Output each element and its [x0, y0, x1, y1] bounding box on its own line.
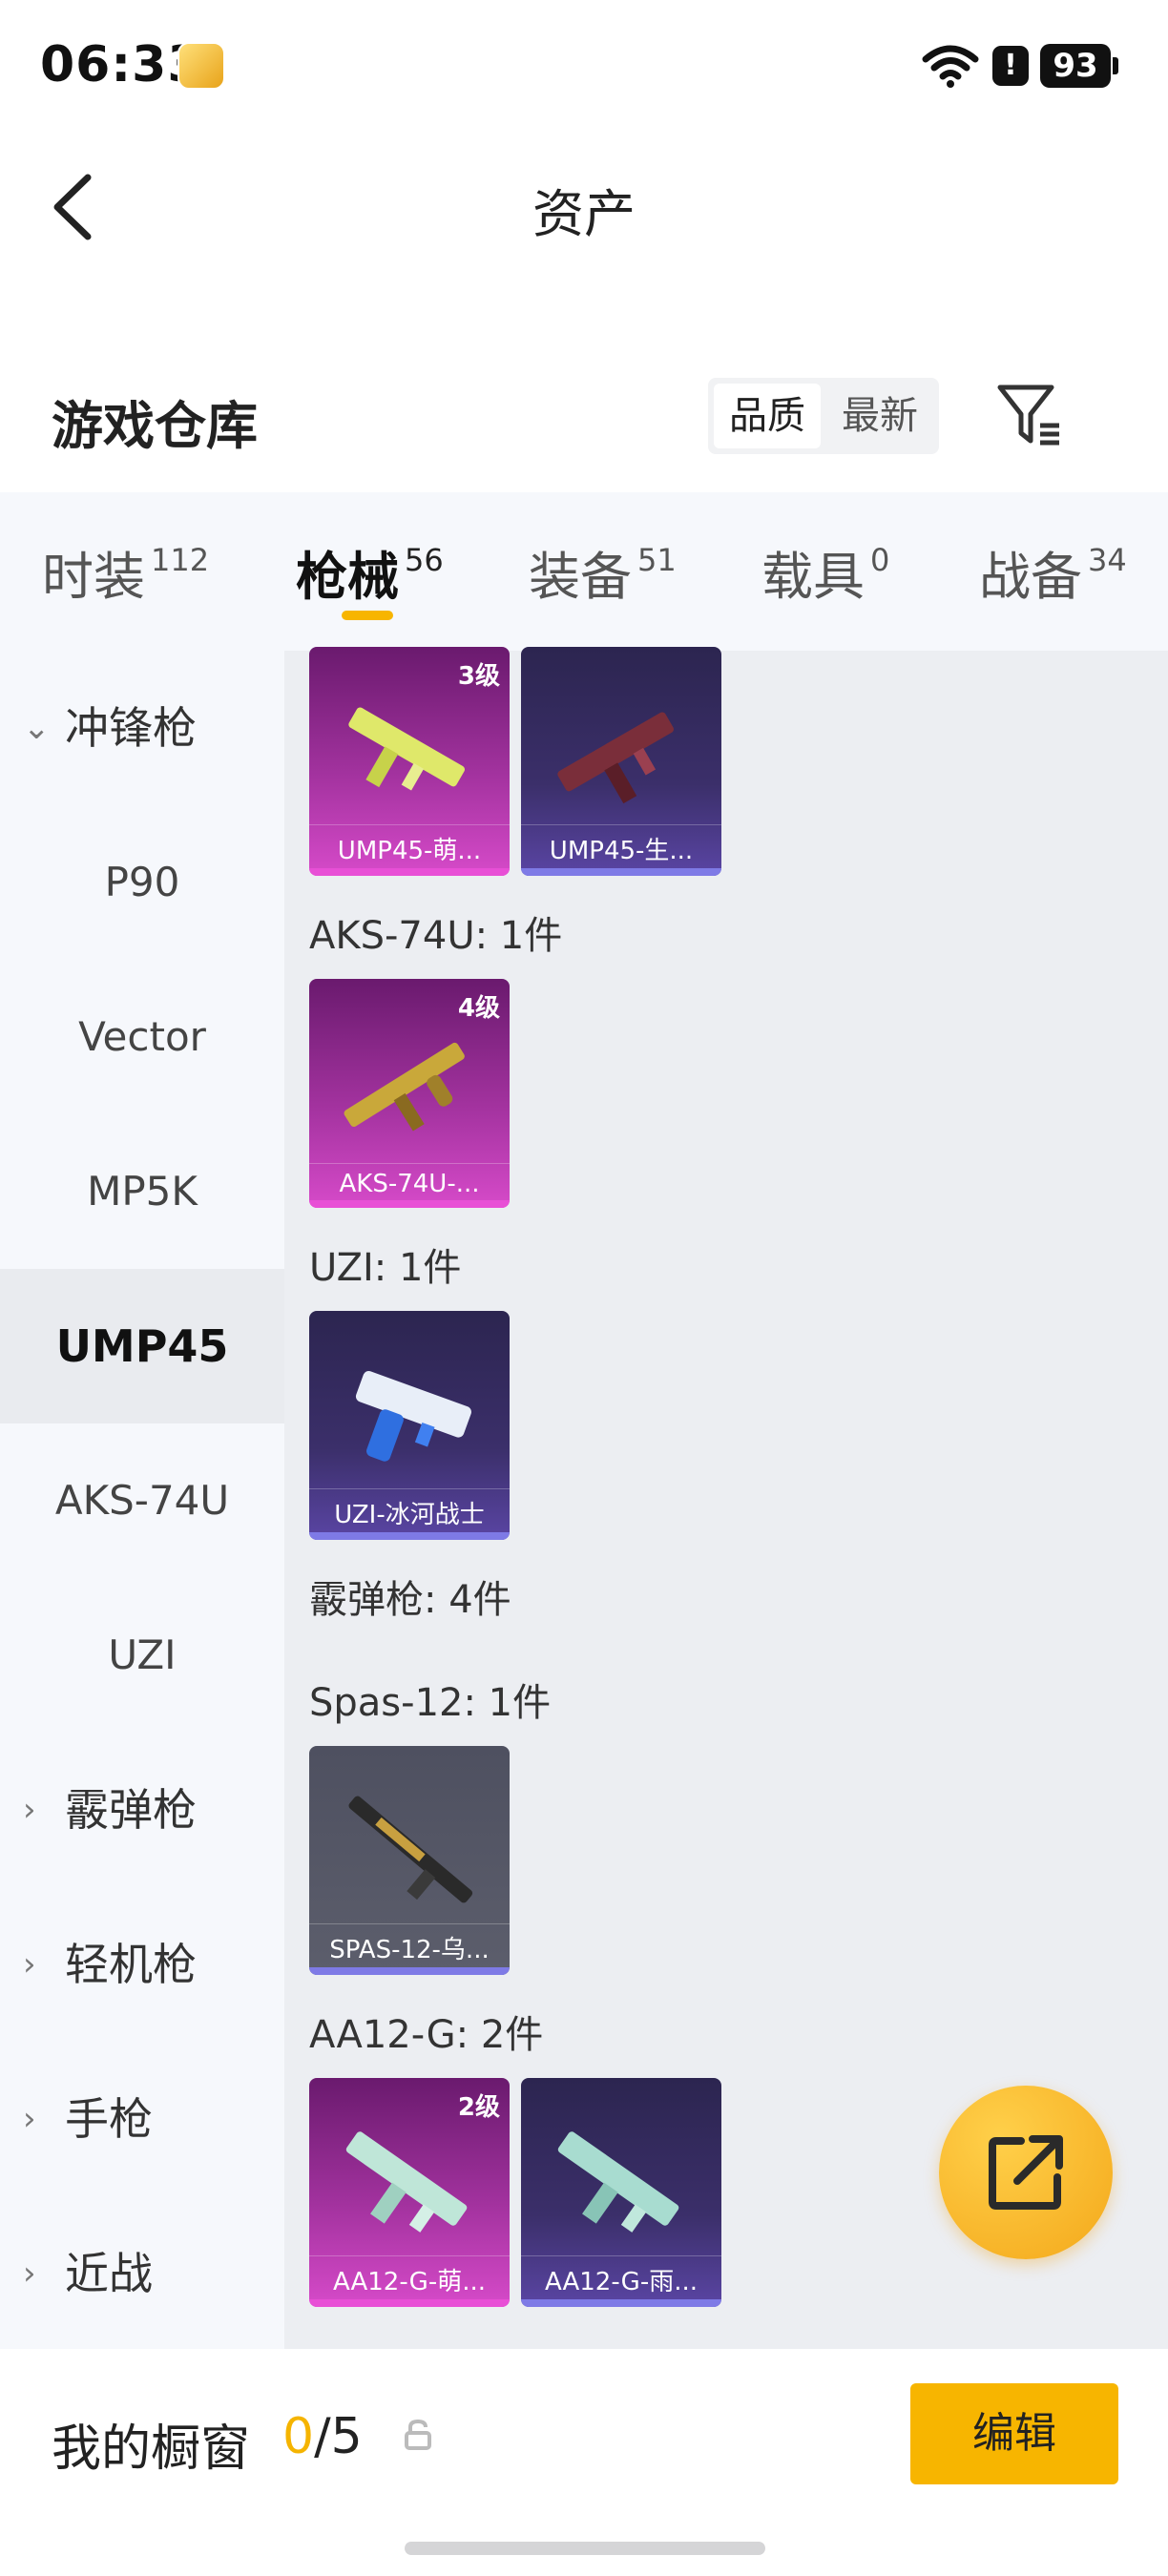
tab-label: 载具 — [761, 547, 865, 607]
home-indicator[interactable] — [405, 2542, 765, 2555]
card-rarity-bar — [309, 868, 510, 876]
card-name: UMP45-生... — [521, 824, 721, 866]
card-rarity-bar — [309, 2299, 510, 2307]
uzi-weapon-icon — [355, 1370, 471, 1462]
sidebar-group-pistol[interactable]: › 手枪 — [0, 2042, 284, 2196]
card-rarity-bar — [309, 1967, 510, 1975]
edit-showcase-button[interactable]: 编辑 — [910, 2383, 1118, 2484]
showcase-current: 0 — [282, 2408, 315, 2465]
tab-label: 装备 — [529, 547, 632, 607]
lock-icon — [405, 2419, 431, 2450]
alert-icon: ! — [992, 46, 1029, 86]
sidebar-group-lmg[interactable]: › 轻机枪 — [0, 1887, 284, 2042]
sidebar-group-smg[interactable]: ⌄ 冲锋枪 — [0, 651, 284, 805]
sidebar-item-vector[interactable]: Vector — [0, 960, 284, 1114]
sidebar-group-shotgun[interactable]: › 霰弹枪 — [0, 1733, 284, 1887]
chevron-right-icon: › — [23, 2254, 36, 2293]
share-button[interactable] — [939, 2086, 1113, 2259]
card-name: UMP45-萌... — [309, 824, 510, 866]
section-label-spas12: Spas-12: 1件 — [309, 1681, 552, 1725]
card-rarity-bar — [309, 1200, 510, 1208]
sidebar-item-uzi[interactable]: UZI — [0, 1578, 284, 1733]
battery-indicator: 93 — [1040, 44, 1111, 88]
page-title: 资产 — [532, 184, 636, 244]
card-name: UZI-冰河战士 — [309, 1488, 510, 1530]
weapon-card[interactable]: 2级 AA12-G-萌... — [309, 2078, 510, 2307]
battery-tip — [1113, 57, 1118, 74]
tab-count: 112 — [151, 542, 210, 578]
sidebar-item-label: 霰弹枪 — [65, 1784, 197, 1836]
card-rarity-bar — [309, 1532, 510, 1540]
sidebar-item-label: 手枪 — [65, 2093, 153, 2145]
sidebar-item-label: 冲锋枪 — [65, 702, 197, 754]
sidebar-item-label: 轻机枪 — [65, 1939, 197, 1990]
weapon-card[interactable]: 4级 AKS-74U-... — [309, 979, 510, 1208]
aks74u-weapon-icon — [344, 1042, 465, 1132]
share-export-icon — [989, 2135, 1063, 2210]
chevron-right-icon: › — [23, 2100, 36, 2138]
tab-count: 51 — [637, 542, 677, 578]
weapon-card[interactable]: UMP45-生... — [521, 647, 721, 876]
wifi-icon — [922, 45, 979, 88]
sidebar-item-p90[interactable]: P90 — [0, 805, 284, 960]
card-name: AA12-G-雨... — [521, 2255, 721, 2297]
weapon-card[interactable]: 3级 UMP45-萌... — [309, 647, 510, 876]
sidebar-item-mp5k[interactable]: MP5K — [0, 1114, 284, 1269]
sidebar-group-melee[interactable]: › 近战 — [0, 2196, 284, 2351]
tab-firearms[interactable]: 枪械 56 — [296, 534, 444, 610]
sidebar-item-ump45[interactable]: UMP45 — [0, 1269, 284, 1423]
showcase-total: /5 — [314, 2408, 363, 2465]
chevron-right-icon: › — [23, 1945, 36, 1984]
ump45-weapon-icon — [557, 712, 674, 804]
chevron-down-icon: ⌄ — [23, 709, 51, 747]
weapon-card[interactable]: UZI-冰河战士 — [309, 1311, 510, 1540]
aa12g-weapon-icon — [557, 2131, 679, 2233]
tab-equipment[interactable]: 装备 51 — [529, 534, 677, 610]
tab-count: 56 — [405, 542, 444, 578]
tab-label: 战备 — [979, 547, 1082, 607]
chevron-right-icon: › — [23, 1791, 36, 1829]
warehouse-title: 游戏仓库 — [52, 396, 258, 456]
sort-by-newest-button[interactable]: 最新 — [826, 384, 933, 448]
section-label-aa12g: AA12-G: 2件 — [309, 2013, 544, 2057]
showcase-count: 0/5 — [282, 2408, 363, 2465]
weapon-card[interactable]: AA12-G-雨... — [521, 2078, 721, 2307]
card-level: 2级 — [457, 2093, 500, 2122]
section-label-uzi: UZI: 1件 — [309, 1246, 462, 1290]
section-label-shotgun: 霰弹枪: 4件 — [309, 1578, 511, 1622]
card-name: AA12-G-萌... — [309, 2255, 510, 2297]
card-name: AKS-74U-... — [309, 1163, 510, 1198]
sidebar-item-aks74u[interactable]: AKS-74U — [0, 1423, 284, 1578]
card-rarity-bar — [521, 2299, 721, 2307]
card-rarity-bar — [521, 868, 721, 876]
tab-label: 枪械 — [296, 547, 399, 607]
spas12-weapon-icon — [348, 1796, 473, 1903]
aa12g-weapon-icon — [345, 2131, 468, 2233]
tab-count: 0 — [870, 542, 890, 578]
tab-supplies[interactable]: 战备 34 — [979, 534, 1127, 610]
app-notification-icon — [177, 42, 225, 90]
filter-icon[interactable] — [996, 382, 1063, 448]
sidebar-item-label: 近战 — [65, 2248, 153, 2299]
sort-by-quality-button[interactable]: 品质 — [714, 384, 821, 448]
ump45-weapon-icon — [348, 707, 465, 791]
card-level: 3级 — [457, 662, 500, 691]
section-label-aks74u: AKS-74U: 1件 — [309, 914, 563, 958]
card-name: SPAS-12-乌... — [309, 1923, 510, 1965]
card-level: 4级 — [457, 994, 500, 1023]
tab-count: 34 — [1088, 542, 1127, 578]
tab-fashion[interactable]: 时装 112 — [42, 534, 209, 610]
tab-label: 时装 — [42, 547, 145, 607]
showcase-title: 我的橱窗 — [52, 2420, 251, 2478]
active-tab-indicator — [342, 611, 393, 620]
weapon-card[interactable]: SPAS-12-乌... — [309, 1746, 510, 1975]
tab-vehicles[interactable]: 载具 0 — [761, 534, 889, 610]
